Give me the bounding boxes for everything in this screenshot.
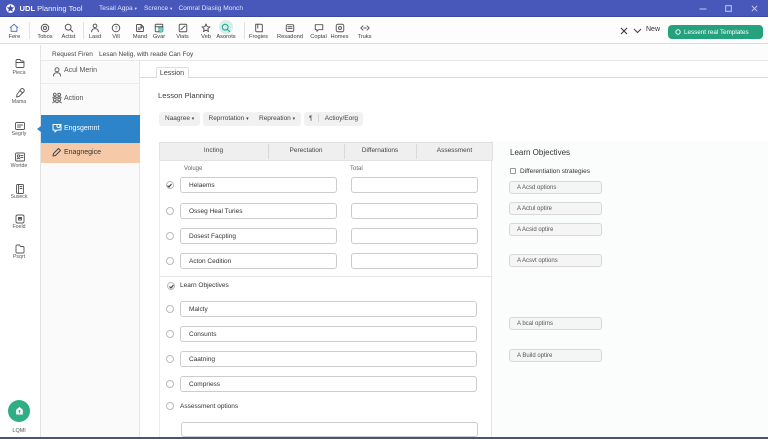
svg-text:?: ? <box>115 26 118 32</box>
